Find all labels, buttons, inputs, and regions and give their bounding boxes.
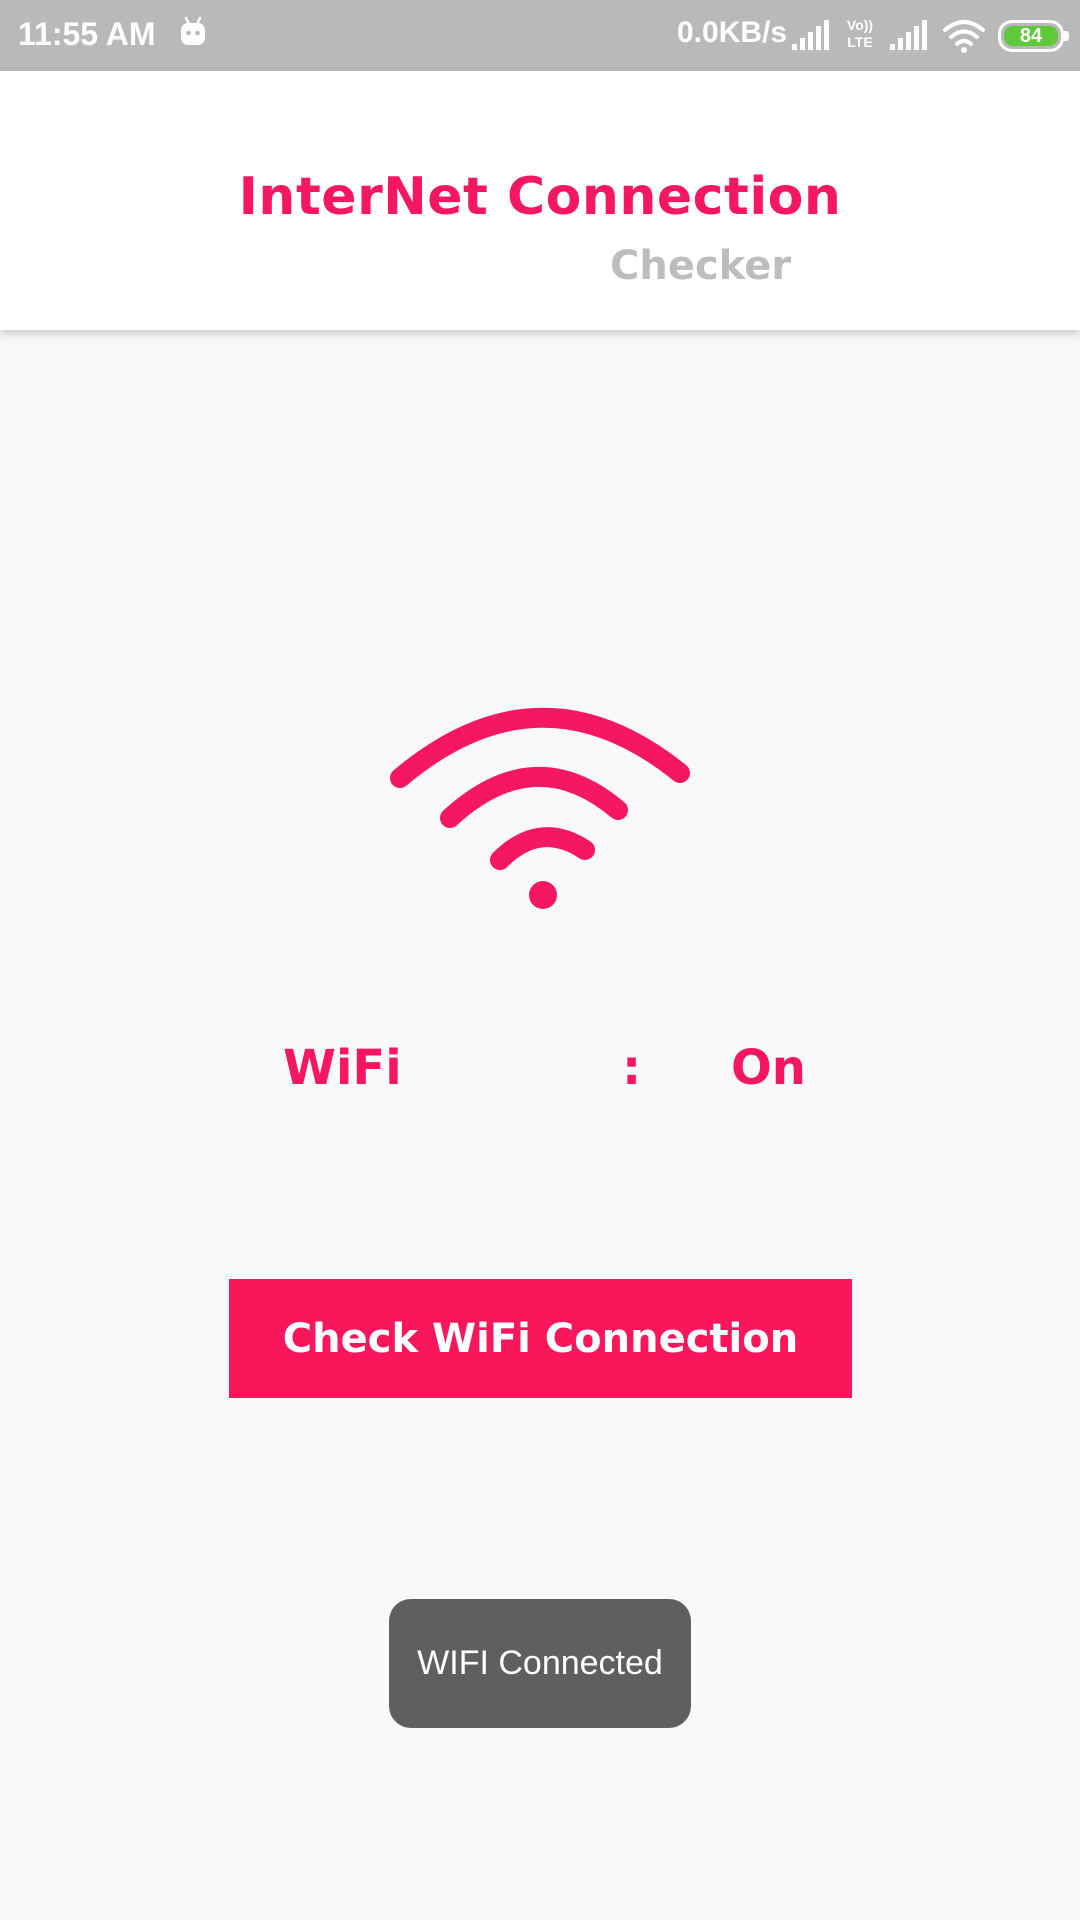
app-header: InterNet Connection Checker (0, 71, 1080, 330)
wifi-status-value: On (731, 1040, 806, 1096)
toast-message: WIFI Connected (389, 1599, 691, 1728)
wifi-status-label: WiFi (283, 1040, 402, 1096)
signal-icon (792, 20, 829, 50)
android-icon (181, 16, 205, 45)
lte-volte-label: Vo)) (846, 17, 874, 33)
wifi-status-icon (943, 20, 985, 53)
status-separator: : (622, 1040, 642, 1096)
battery-icon: 84 (998, 20, 1069, 52)
signal-icon (890, 20, 927, 50)
lte-label: LTE (847, 34, 873, 50)
lte-icon: Vo)) LTE (843, 17, 877, 53)
wifi-icon (390, 707, 690, 909)
app-title: InterNet Connection (238, 167, 842, 227)
check-wifi-button[interactable]: Check WiFi Connection (229, 1279, 852, 1398)
status-bar: 11:55 AM 0.0KB/s Vo)) LTE 84 (0, 0, 1080, 71)
status-time: 11:55 AM (18, 16, 156, 52)
battery-level: 84 (1004, 26, 1058, 46)
battery-cap (1064, 31, 1069, 41)
app-subtitle: Checker (610, 243, 792, 289)
network-speed: 0.0KB/s (677, 16, 788, 49)
